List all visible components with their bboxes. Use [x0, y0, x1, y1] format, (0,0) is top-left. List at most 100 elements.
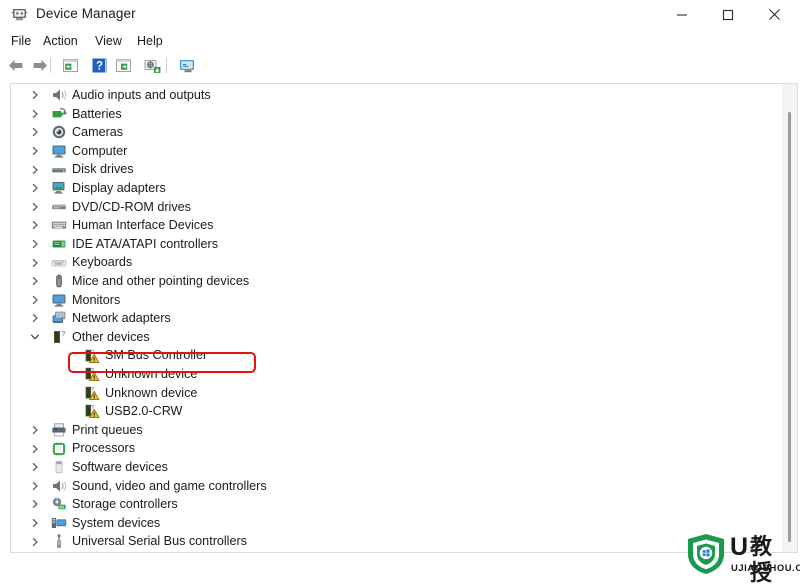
chevron-right-icon[interactable]	[29, 145, 41, 157]
maximize-button[interactable]	[705, 0, 751, 29]
tree-item[interactable]: Sound, video and game controllers	[11, 477, 783, 496]
battery-icon	[51, 106, 67, 122]
device-manager-icon	[11, 6, 28, 23]
tree-item[interactable]: Print queues	[11, 421, 783, 440]
tree-item[interactable]: Universal Serial Bus controllers	[11, 532, 783, 551]
minimize-button[interactable]	[659, 0, 705, 29]
tree-item[interactable]: Display adapters	[11, 179, 783, 198]
chevron-right-icon[interactable]	[29, 219, 41, 231]
show-devices-button[interactable]	[176, 55, 198, 76]
tree-item[interactable]: ? Other devices	[11, 328, 783, 347]
vertical-scrollbar[interactable]	[782, 84, 797, 552]
tree-item-label: Sound, video and game controllers	[72, 478, 267, 493]
tree-item[interactable]: Disk drives	[11, 160, 783, 179]
tree-item-label: Software devices	[72, 460, 168, 474]
tree-item-label: Print queues	[72, 422, 143, 437]
watermark-brand: U	[730, 533, 749, 561]
chevron-right-icon[interactable]	[29, 201, 41, 213]
help-button[interactable]: ?	[88, 55, 110, 76]
tree-item-label: Monitors	[72, 292, 121, 307]
tree-item-label: Network adapters	[72, 311, 171, 326]
chevron-right-icon[interactable]	[29, 312, 41, 324]
chevron-right-icon[interactable]	[29, 443, 41, 455]
monitor-icon	[51, 292, 67, 308]
chevron-right-icon[interactable]	[29, 257, 41, 269]
chevron-down-icon[interactable]	[29, 331, 41, 343]
mouse-icon	[51, 273, 67, 289]
tree-item-label: Cameras	[72, 125, 124, 140]
device-manager-window: Device Manager File Action View Help ? A…	[0, 0, 800, 586]
properties-button[interactable]	[59, 55, 81, 76]
tree-item[interactable]: ? Unknown device	[11, 365, 783, 384]
software-device-icon	[51, 459, 67, 475]
tree-item-label: System devices	[72, 515, 161, 530]
tree-item[interactable]: Cameras	[11, 123, 783, 142]
chevron-right-icon[interactable]	[29, 238, 41, 250]
tree-item[interactable]: Network adapters	[11, 309, 783, 328]
chevron-right-icon[interactable]	[29, 275, 41, 287]
scan-hardware-button[interactable]	[142, 55, 164, 76]
sound-controller-icon	[51, 478, 67, 494]
chevron-right-icon[interactable]	[29, 182, 41, 194]
tree-item[interactable]: DVD/CD-ROM drives	[11, 198, 783, 217]
tree-item-label: DVD/CD-ROM drives	[72, 199, 191, 214]
chevron-right-icon[interactable]	[29, 89, 41, 101]
tree-item-label: Storage controllers	[72, 497, 178, 512]
tree-item-label: Keyboards	[72, 255, 133, 270]
tree-item[interactable]: Storage controllers	[11, 495, 783, 514]
dvd-drive-icon	[51, 199, 67, 215]
toolbar-separator	[105, 58, 106, 73]
tree-item-label: Human Interface Devices	[72, 218, 214, 233]
tree-item[interactable]: Keyboards	[11, 253, 783, 272]
scrollbar-thumb[interactable]	[788, 112, 791, 542]
chevron-right-icon[interactable]	[29, 126, 41, 138]
device-tree[interactable]: Audio inputs and outputs Batteries Cameras…	[11, 84, 783, 552]
chevron-right-icon[interactable]	[29, 517, 41, 529]
tree-item[interactable]: Audio inputs and outputs	[11, 86, 783, 105]
tree-item[interactable]: System devices	[11, 514, 783, 533]
tree-item-label: Disk drives	[72, 162, 134, 177]
tree-item[interactable]: ? SM Bus Controller	[11, 346, 783, 365]
display-adapter-icon	[51, 180, 67, 196]
back-button[interactable]	[5, 55, 27, 76]
tree-item[interactable]: Mice and other pointing devices	[11, 272, 783, 291]
usb-controller-icon	[51, 533, 67, 550]
system-device-icon	[51, 515, 67, 531]
tree-item-label: Batteries	[72, 106, 122, 121]
tree-item[interactable]: Processors	[11, 439, 783, 458]
tree-item[interactable]: Human Interface Devices	[11, 216, 783, 235]
network-adapter-icon	[51, 310, 67, 326]
menu-file[interactable]: File	[8, 32, 34, 50]
menu-action[interactable]: Action	[40, 32, 81, 50]
tree-item-label: Computer	[72, 143, 128, 158]
tree-item-label: SM Bus Controller	[105, 348, 208, 363]
keyboard-icon	[51, 255, 67, 271]
menu-help[interactable]: Help	[134, 32, 166, 50]
chevron-right-icon[interactable]	[29, 424, 41, 436]
chevron-right-icon[interactable]	[29, 164, 41, 176]
chevron-right-icon[interactable]	[29, 480, 41, 492]
tree-item[interactable]: ? USB2.0-CRW	[11, 402, 783, 421]
tree-item-label: USB2.0-CRW	[105, 404, 183, 419]
disk-drive-icon	[51, 162, 67, 178]
chevron-right-icon[interactable]	[29, 498, 41, 510]
menu-view[interactable]: View	[92, 32, 125, 50]
chevron-right-icon[interactable]	[29, 294, 41, 306]
tree-item[interactable]: ? Unknown device	[11, 384, 783, 403]
tree-item[interactable]: Batteries	[11, 105, 783, 124]
chevron-right-icon[interactable]	[29, 461, 41, 473]
tree-item-label: Unknown device	[105, 385, 198, 400]
tree-item[interactable]: IDE ATA/ATAPI controllers	[11, 235, 783, 254]
device-tree-pane: Audio inputs and outputs Batteries Cameras…	[10, 83, 798, 553]
update-driver-button[interactable]	[112, 55, 134, 76]
chevron-right-icon[interactable]	[29, 536, 41, 548]
chevron-right-icon[interactable]	[29, 108, 41, 120]
toolbar-separator	[166, 58, 167, 73]
forward-button[interactable]	[29, 55, 51, 76]
tree-item[interactable]: Software devices	[11, 458, 783, 477]
shield-logo-icon	[686, 533, 726, 580]
tree-item[interactable]: Monitors	[11, 291, 783, 310]
close-button[interactable]	[751, 0, 797, 29]
tree-item[interactable]: Computer	[11, 142, 783, 161]
title-bar: Device Manager	[0, 0, 800, 29]
